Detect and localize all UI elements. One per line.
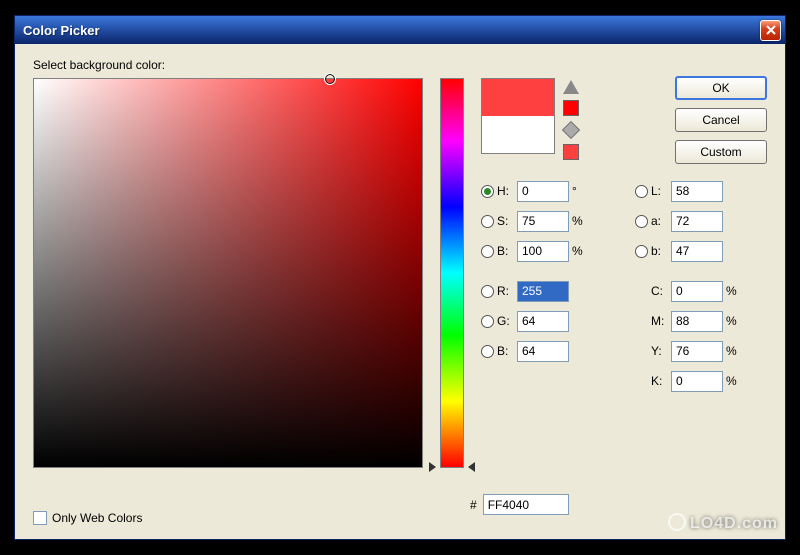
lab-b-label: b: [651, 244, 671, 258]
s-unit: % [569, 214, 587, 228]
cancel-button[interactable]: Cancel [675, 108, 767, 132]
s-label: S: [497, 214, 517, 228]
k-unit: % [723, 374, 741, 388]
b-label: B: [497, 244, 517, 258]
close-button[interactable] [760, 20, 781, 41]
s-input[interactable] [517, 211, 569, 232]
ok-button[interactable]: OK [675, 76, 767, 100]
r-input[interactable] [517, 281, 569, 302]
brightness-radio[interactable] [481, 245, 494, 258]
l-radio[interactable] [635, 185, 648, 198]
only-web-colors-checkbox[interactable] [33, 511, 47, 525]
l-input[interactable] [671, 181, 723, 202]
hue-indicator-left-icon [429, 462, 436, 472]
c-unit: % [723, 284, 741, 298]
h-unit: ° [569, 184, 587, 198]
k-input[interactable] [671, 371, 723, 392]
hue-radio[interactable] [481, 185, 494, 198]
m-unit: % [723, 314, 741, 328]
custom-button[interactable]: Custom [675, 140, 767, 164]
m-label: M: [651, 314, 671, 328]
h-input[interactable] [517, 181, 569, 202]
c-label: C: [651, 284, 671, 298]
titlebar: Color Picker [15, 16, 785, 44]
b-unit: % [569, 244, 587, 258]
prompt-label: Select background color: [33, 58, 767, 72]
s-radio[interactable] [481, 215, 494, 228]
g-input[interactable] [517, 311, 569, 332]
l-label: L: [651, 184, 671, 198]
c-input[interactable] [671, 281, 723, 302]
y-input[interactable] [671, 341, 723, 362]
watermark: LO4D.com [668, 513, 778, 533]
globe-icon [668, 513, 686, 531]
web-safe-color-swatch[interactable] [563, 144, 579, 160]
k-label: K: [651, 374, 671, 388]
r-label: R: [497, 284, 517, 298]
rgb-b-input[interactable] [517, 341, 569, 362]
g-label: G: [497, 314, 517, 328]
hue-slider[interactable] [440, 78, 464, 468]
gamut-warning-icon[interactable] [563, 80, 579, 94]
hex-input[interactable] [483, 494, 569, 515]
a-radio[interactable] [635, 215, 648, 228]
web-safe-warning-icon[interactable] [562, 121, 580, 139]
a-input[interactable] [671, 211, 723, 232]
hue-indicator-right-icon [468, 462, 475, 472]
window-title: Color Picker [23, 23, 760, 38]
y-label: Y: [651, 344, 671, 358]
r-radio[interactable] [481, 285, 494, 298]
lab-b-radio[interactable] [635, 245, 648, 258]
only-web-colors-label: Only Web Colors [52, 511, 142, 525]
lab-b-input[interactable] [671, 241, 723, 262]
m-input[interactable] [671, 311, 723, 332]
color-swatch [481, 78, 555, 154]
gamut-color-swatch[interactable] [563, 100, 579, 116]
a-label: a: [651, 214, 671, 228]
y-unit: % [723, 344, 741, 358]
previous-color-swatch[interactable] [482, 116, 554, 153]
g-radio[interactable] [481, 315, 494, 328]
sb-marker[interactable] [324, 73, 336, 85]
saturation-brightness-field[interactable] [33, 78, 423, 468]
b-input[interactable] [517, 241, 569, 262]
rgb-b-radio[interactable] [481, 345, 494, 358]
close-icon [766, 25, 776, 35]
hex-label: # [470, 498, 477, 512]
h-label: H: [497, 184, 517, 198]
rgb-b-label: B: [497, 344, 517, 358]
new-color-swatch[interactable] [482, 79, 554, 116]
color-picker-dialog: Color Picker Select background color: [14, 15, 786, 540]
